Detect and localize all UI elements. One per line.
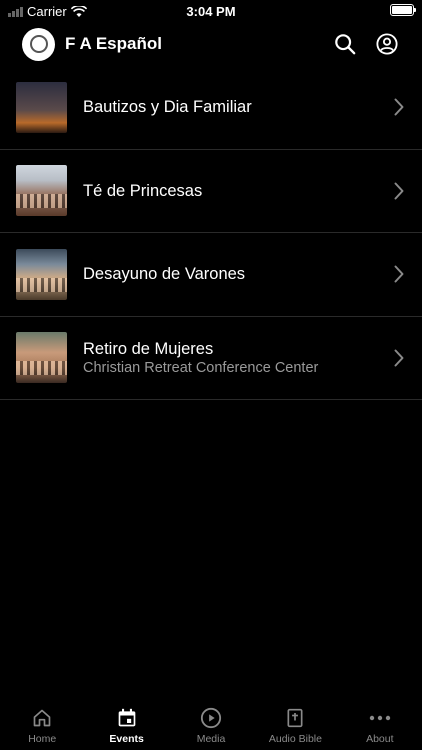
event-title: Bautizos y Dia Familiar [83, 98, 252, 117]
chevron-right-icon [392, 181, 406, 201]
app-header: F A Español [0, 22, 422, 66]
row-text: Té de Princesas [83, 181, 392, 201]
chevron-right-icon [392, 97, 406, 117]
event-thumbnail [16, 332, 67, 384]
search-button[interactable] [332, 31, 358, 57]
list-item[interactable]: Té de Princesas [0, 150, 422, 233]
bible-icon [287, 708, 303, 728]
tab-events[interactable]: Events [84, 700, 168, 750]
status-bar: Carrier 3:04 PM [0, 0, 422, 22]
row-text: Retiro de Mujeres Christian Retreat Conf… [83, 339, 392, 377]
tab-label: Events [109, 733, 144, 745]
tab-about[interactable]: About [338, 700, 422, 750]
row-text: Desayuno de Varones [83, 264, 392, 284]
event-title: Retiro de Mujeres [83, 339, 214, 358]
event-thumbnail [16, 81, 67, 133]
home-icon [33, 709, 51, 727]
chevron-right-icon [392, 264, 406, 284]
event-title: Té de Princesas [83, 181, 203, 200]
row-text: Bautizos y Dia Familiar [83, 97, 392, 117]
status-time: 3:04 PM [186, 4, 236, 19]
status-right [390, 4, 416, 16]
profile-button[interactable] [374, 31, 400, 57]
more-horizontal-icon [369, 715, 391, 721]
tab-audio-bible[interactable]: Audio Bible [253, 700, 337, 750]
list-item[interactable]: Bautizos y Dia Familiar [0, 66, 422, 150]
app-screen: Carrier 3:04 PM F A Español Bautizos y D… [0, 0, 422, 750]
list-item[interactable]: Retiro de Mujeres Christian Retreat Conf… [0, 317, 422, 400]
event-title: Desayuno de Varones [83, 265, 246, 284]
calendar-icon [118, 708, 135, 727]
tab-label: Media [196, 733, 226, 745]
battery-icon [390, 4, 416, 16]
tab-bar: Home Events Media Audio Bible About [0, 700, 422, 750]
church-logo [22, 27, 55, 61]
events-list: Bautizos y Dia Familiar Té de Princesas … [0, 66, 422, 400]
app-title: F A Español [65, 34, 162, 53]
event-location: Christian Retreat Conference Center [83, 359, 319, 376]
account-circle-icon [376, 33, 398, 55]
search-icon [335, 34, 356, 55]
play-circle-icon [200, 707, 222, 729]
tab-label: About [366, 733, 394, 745]
chevron-right-icon [392, 348, 406, 368]
tab-home[interactable]: Home [0, 700, 84, 750]
event-thumbnail [16, 248, 67, 300]
tab-label: Home [28, 733, 57, 745]
event-thumbnail [16, 165, 67, 217]
list-item[interactable]: Desayuno de Varones [0, 233, 422, 317]
tab-media[interactable]: Media [169, 700, 253, 750]
tab-label: Audio Bible [268, 733, 322, 745]
